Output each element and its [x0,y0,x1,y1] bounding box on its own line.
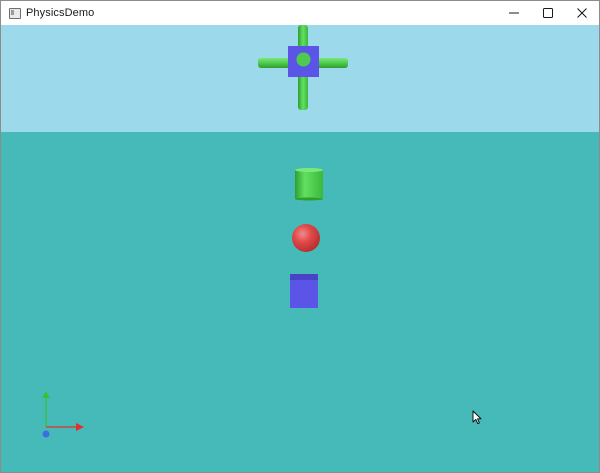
maximize-button[interactable] [531,1,565,25]
scene-canvas [1,25,599,472]
3d-viewport[interactable] [1,25,599,472]
close-icon [577,8,587,18]
window-controls [497,1,599,25]
blue-cube[interactable] [290,274,318,308]
green-cylinder[interactable] [295,168,323,201]
red-sphere[interactable] [292,224,320,252]
close-button[interactable] [565,1,599,25]
title-bar[interactable]: PhysicsDemo [1,1,599,25]
mouse-cursor-icon [472,410,482,425]
window-title: PhysicsDemo [26,7,95,19]
maximize-icon [543,8,553,18]
app-window-icon [9,7,21,19]
z-axis-icon [42,430,50,438]
app-window: PhysicsDemo [0,0,600,473]
cross-center-cap [296,52,311,67]
minimize-button[interactable] [497,1,531,25]
minimize-icon [509,12,519,14]
